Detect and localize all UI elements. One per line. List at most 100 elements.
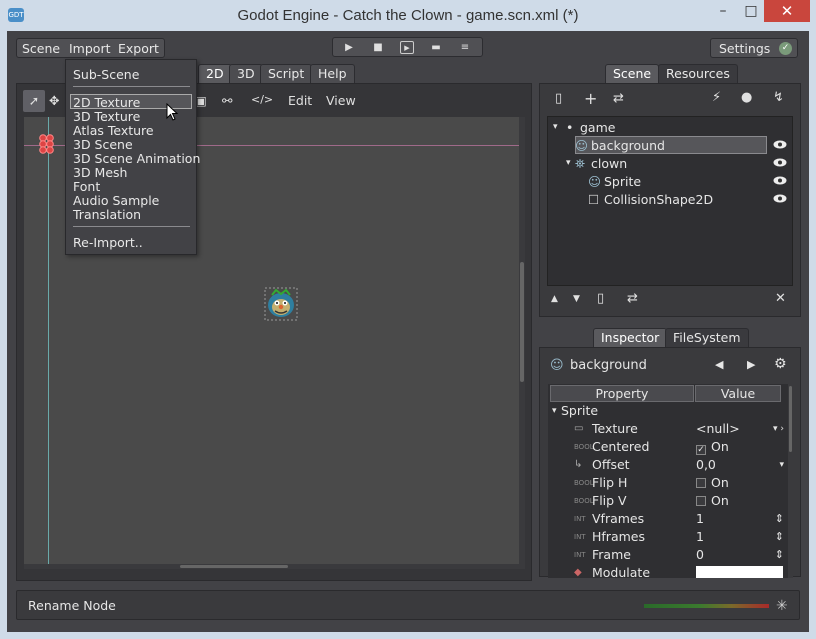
- move-tool-icon[interactable]: ✥: [49, 93, 59, 108]
- menu-item-3d-mesh[interactable]: 3D Mesh: [73, 165, 127, 180]
- viewport-horizontal-scrollbar[interactable]: [24, 564, 519, 569]
- attach-script-icon[interactable]: ↯: [773, 90, 784, 105]
- chevron-down-icon[interactable]: ▾: [566, 155, 571, 172]
- stop-icon[interactable]: ■: [371, 41, 385, 54]
- section-header-sprite[interactable]: ▾ Sprite: [548, 402, 788, 420]
- status-bar: Rename Node ✳: [16, 590, 800, 620]
- select-tool-icon[interactable]: ➚: [23, 90, 45, 112]
- tree-item-collisionshape2d[interactable]: ☐ CollisionShape2D: [548, 191, 792, 209]
- collision-shape-marker[interactable]: [38, 134, 58, 154]
- property-row-offset[interactable]: ↳ Offset 0,0 ▾: [548, 456, 788, 474]
- checkbox-flip-v[interactable]: On: [696, 492, 729, 510]
- property-value[interactable]: <null>: [696, 420, 740, 438]
- viewport-menu-view[interactable]: View: [326, 93, 356, 108]
- property-value[interactable]: 0: [696, 546, 704, 564]
- play-scene-icon[interactable]: ▶: [400, 41, 414, 54]
- tab-3d[interactable]: 3D: [229, 64, 263, 83]
- tab-inspector[interactable]: Inspector: [593, 328, 668, 347]
- property-value[interactable]: 1: [696, 528, 704, 546]
- new-scene-icon[interactable]: ▯: [555, 91, 562, 106]
- property-row-flip-h[interactable]: BOOL Flip H On: [548, 474, 788, 492]
- object-settings-gear-icon[interactable]: ⚙: [774, 356, 787, 372]
- menu-import[interactable]: Import: [69, 41, 111, 56]
- menu-export[interactable]: Export: [118, 41, 159, 56]
- spinner-arrows-icon[interactable]: ⇕: [775, 546, 784, 564]
- property-row-hframes[interactable]: INT Hframes 1 ⇕: [548, 528, 788, 546]
- property-row-texture[interactable]: ▭ Texture <null> ▾ ›: [548, 420, 788, 438]
- tab-help[interactable]: Help: [310, 64, 355, 83]
- tree-item-game[interactable]: ▾ • game: [548, 119, 792, 137]
- sprite-icon: ☺: [575, 138, 589, 153]
- property-row-modulate[interactable]: ◆ Modulate: [548, 564, 788, 578]
- property-name: Vframes: [592, 511, 645, 526]
- color-swatch-modulate[interactable]: [696, 566, 783, 578]
- property-value[interactable]: 0,0: [696, 456, 716, 474]
- property-value[interactable]: 1: [696, 510, 704, 528]
- tab-resources[interactable]: Resources: [658, 64, 738, 83]
- tab-scene[interactable]: Scene: [605, 64, 660, 83]
- menu-item-font[interactable]: Font: [73, 179, 100, 194]
- move-down-icon[interactable]: ▼: [573, 294, 580, 304]
- menu-item-3d-scene-animation[interactable]: 3D Scene Animation: [73, 151, 200, 166]
- visibility-eye-icon[interactable]: [773, 176, 787, 185]
- menu-item-3d-scene[interactable]: 3D Scene: [73, 137, 133, 152]
- move-up-icon[interactable]: ▲: [551, 294, 558, 304]
- dropdown-arrow-icon[interactable]: ▾ ›: [773, 420, 784, 438]
- maximize-button[interactable]: □: [737, 0, 765, 22]
- menu-item-audio-sample[interactable]: Audio Sample: [73, 193, 159, 208]
- history-back-icon[interactable]: ◀: [715, 358, 723, 371]
- menu-list-icon[interactable]: ≡: [458, 41, 472, 54]
- play-icon[interactable]: ▶: [342, 41, 356, 54]
- add-node-icon[interactable]: +: [584, 89, 597, 108]
- group-icon[interactable]: ⚯: [222, 93, 232, 108]
- tree-item-sprite[interactable]: ☺ Sprite: [548, 173, 792, 191]
- delete-node-icon[interactable]: ✕: [775, 291, 786, 306]
- menu-separator: [73, 226, 190, 227]
- property-row-flip-v[interactable]: BOOL Flip V On: [548, 492, 788, 510]
- replace-node-icon[interactable]: ⇄: [613, 91, 624, 106]
- area-icon: ⛯: [575, 156, 586, 171]
- int-type-icon: INT: [574, 551, 586, 559]
- clown-sprite[interactable]: [264, 287, 298, 321]
- visibility-eye-icon[interactable]: [773, 194, 787, 203]
- viewport-menu-edit[interactable]: Edit: [288, 93, 312, 108]
- checkbox-centered[interactable]: ✓ On: [696, 438, 729, 456]
- tab-script[interactable]: Script: [260, 64, 313, 83]
- duplicate-icon[interactable]: ▯: [597, 291, 604, 306]
- close-button[interactable]: ✕: [764, 0, 810, 22]
- settings-button[interactable]: Settings ✓: [710, 38, 798, 58]
- property-row-frame[interactable]: INT Frame 0 ⇕: [548, 546, 788, 564]
- dropdown-arrow-icon[interactable]: ▾: [779, 456, 784, 474]
- property-row-vframes[interactable]: INT Vframes 1 ⇕: [548, 510, 788, 528]
- history-forward-icon[interactable]: ▶: [747, 358, 755, 371]
- tree-item-clown[interactable]: ▾ ⛯ clown: [548, 155, 792, 173]
- menu-scene[interactable]: Scene: [22, 41, 60, 56]
- scene-dock: ▯ + ⇄ ⚡ ● ↯ ▾ • game ☺ background ▾ ⛯ cl…: [539, 83, 801, 317]
- tab-filesystem[interactable]: FileSystem: [665, 328, 749, 347]
- minimize-button[interactable]: –: [708, 0, 738, 22]
- reparent-icon[interactable]: ⇄: [627, 291, 638, 306]
- spinner-arrows-icon[interactable]: ⇕: [775, 510, 784, 528]
- viewport-vertical-scrollbar[interactable]: [519, 117, 525, 569]
- menu-item-re-import[interactable]: Re-Import..: [73, 235, 143, 250]
- visibility-eye-icon[interactable]: [773, 140, 787, 149]
- connect-signal-icon[interactable]: ⚡: [712, 90, 721, 105]
- menu-item-translation[interactable]: Translation: [73, 207, 141, 222]
- groups-icon[interactable]: ●: [741, 90, 752, 105]
- menu-item-3d-texture[interactable]: 3D Texture: [73, 109, 140, 124]
- tab-2d[interactable]: 2D: [198, 64, 232, 83]
- menu-item-sub-scene[interactable]: Sub-Scene: [73, 67, 139, 82]
- checkbox-flip-h[interactable]: On: [696, 474, 729, 492]
- visibility-eye-icon[interactable]: [773, 158, 787, 167]
- chevron-down-icon[interactable]: ▾: [553, 119, 558, 136]
- color-type-icon: ◆: [574, 567, 582, 578]
- property-row-centered[interactable]: BOOL Centered ✓ On: [548, 438, 788, 456]
- code-icon[interactable]: </>: [251, 93, 273, 106]
- spinner-arrows-icon[interactable]: ⇕: [775, 528, 784, 546]
- sprite-icon: ☺: [588, 174, 602, 189]
- menu-item-2d-texture[interactable]: 2D Texture: [73, 95, 140, 110]
- open-folder-icon[interactable]: ▬: [429, 41, 443, 54]
- tree-item-background[interactable]: ☺ background: [548, 137, 792, 155]
- menu-item-atlas-texture[interactable]: Atlas Texture: [73, 123, 154, 138]
- inspector-scrollbar[interactable]: [788, 384, 793, 578]
